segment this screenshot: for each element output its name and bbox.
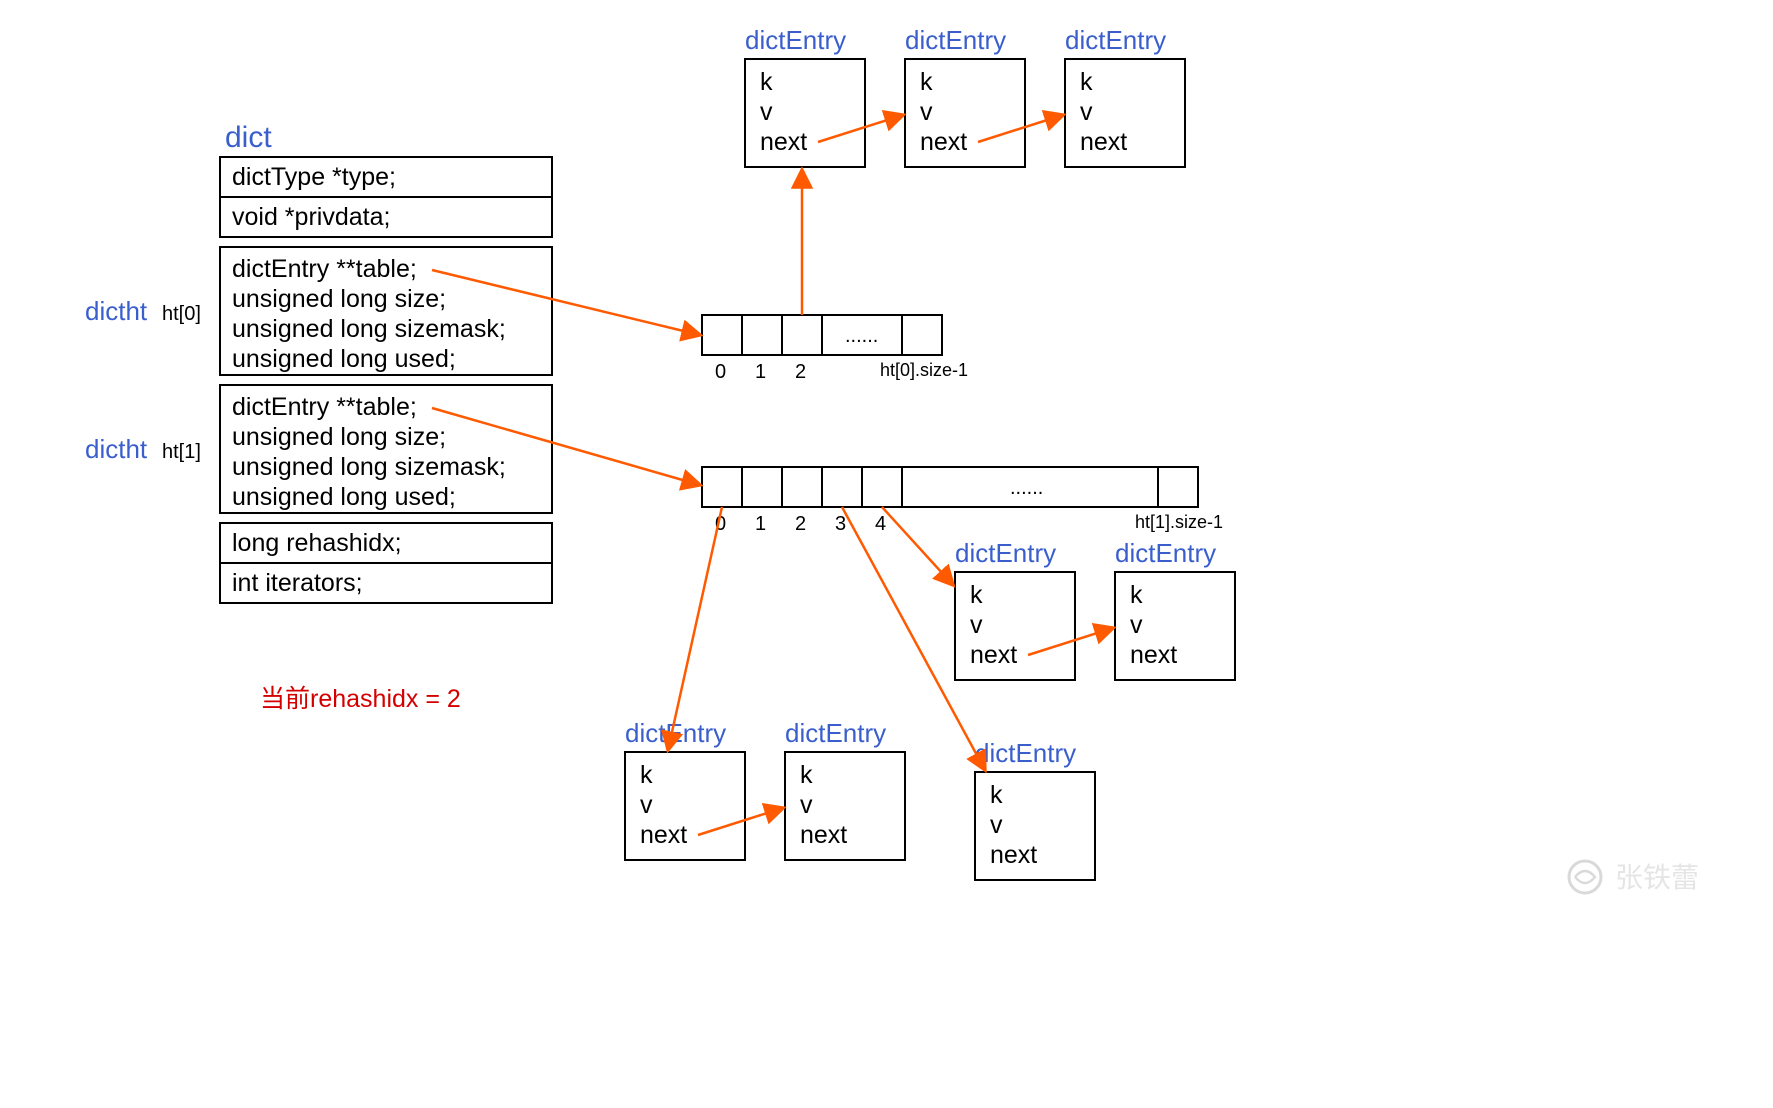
ht0-bucket-array: 0 1 2 ...... ht[0].size-1: [702, 315, 968, 383]
svg-text:next: next: [1080, 128, 1127, 156]
ht1-dots: ......: [1010, 477, 1043, 499]
dict-type-field: dictType *type;: [232, 163, 396, 191]
dict-iterators: int iterators;: [232, 569, 363, 597]
dictht0-label: dictht: [85, 296, 148, 326]
dictht1-label: dictht: [85, 434, 148, 464]
svg-text:v: v: [800, 791, 813, 819]
svg-text:k: k: [760, 68, 773, 96]
ht0-label: ht[0]: [162, 303, 201, 325]
entry-chain-mid-right: dictEntry k v next dictEntry k v next: [955, 538, 1235, 680]
ht0-idx1: 1: [755, 361, 766, 383]
svg-text:k: k: [800, 761, 813, 789]
ht1-used: unsigned long used;: [232, 483, 456, 511]
svg-text:next: next: [760, 128, 807, 156]
ht0-dots: ......: [845, 325, 878, 347]
diagram-canvas: dict dictType *type; void *privdata; dic…: [0, 0, 1773, 1108]
watermark: 张铁蕾: [1569, 861, 1699, 893]
ht1-idx1: 1: [755, 513, 766, 535]
svg-text:k: k: [640, 761, 653, 789]
svg-text:v: v: [760, 98, 773, 126]
svg-text:dictEntry: dictEntry: [955, 538, 1056, 568]
ht1-sizemask: unsigned long sizemask;: [232, 453, 506, 481]
svg-text:k: k: [920, 68, 933, 96]
svg-text:v: v: [920, 98, 933, 126]
svg-text:dictEntry: dictEntry: [905, 25, 1006, 55]
svg-text:next: next: [970, 641, 1017, 669]
ht1-idx3: 3: [835, 513, 846, 535]
svg-text:next: next: [800, 821, 847, 849]
svg-text:k: k: [970, 581, 983, 609]
svg-text:dictEntry: dictEntry: [785, 718, 886, 748]
ht1-idx2: 2: [795, 513, 806, 535]
ht1-bucket-array: 0 1 2 3 4 ...... ht[1].size-1: [702, 467, 1223, 535]
svg-text:next: next: [640, 821, 687, 849]
arrow-ht1-0-to-entry: [668, 507, 722, 750]
ht1-last: ht[1].size-1: [1135, 512, 1223, 532]
svg-text:next: next: [920, 128, 967, 156]
ht0-idx0: 0: [715, 361, 726, 383]
svg-text:next: next: [1130, 641, 1177, 669]
entry-chain-bottom-left: dictEntry k v next dictEntry k v next: [625, 718, 905, 860]
ht1-idx4: 4: [875, 513, 886, 535]
ht1-label: ht[1]: [162, 441, 201, 463]
rehash-note: 当前rehashidx = 2: [260, 685, 461, 713]
svg-text:next: next: [990, 841, 1037, 869]
ht0-idx2: 2: [795, 361, 806, 383]
dict-struct: dictType *type; void *privdata; dictEntr…: [220, 157, 552, 603]
svg-text:dictEntry: dictEntry: [1115, 538, 1216, 568]
svg-text:k: k: [1080, 68, 1093, 96]
ht1-table: dictEntry **table;: [232, 393, 417, 421]
svg-text:dictEntry: dictEntry: [745, 25, 846, 55]
dict-rehashidx: long rehashidx;: [232, 529, 402, 557]
svg-text:张铁蕾: 张铁蕾: [1615, 862, 1699, 893]
arrow-ht1-4-to-entry: [882, 507, 953, 585]
ht0-table: dictEntry **table;: [232, 255, 417, 283]
svg-text:v: v: [1080, 98, 1093, 126]
svg-text:v: v: [970, 611, 983, 639]
svg-text:dictEntry: dictEntry: [625, 718, 726, 748]
ht0-size: unsigned long size;: [232, 285, 446, 313]
entry-chain-top: dictEntry k v next dictEntry k v next di…: [745, 25, 1185, 167]
svg-text:v: v: [640, 791, 653, 819]
ht0-last: ht[0].size-1: [880, 360, 968, 380]
dict-title: dict: [225, 121, 272, 154]
ht1-size: unsigned long size;: [232, 423, 446, 451]
svg-text:k: k: [990, 781, 1003, 809]
entry-bottom-center: dictEntry k v next: [975, 738, 1095, 880]
svg-text:dictEntry: dictEntry: [975, 738, 1076, 768]
ht0-sizemask: unsigned long sizemask;: [232, 315, 506, 343]
svg-text:v: v: [1130, 611, 1143, 639]
svg-text:v: v: [990, 811, 1003, 839]
svg-text:k: k: [1130, 581, 1143, 609]
ht0-used: unsigned long used;: [232, 345, 456, 373]
dict-privdata-field: void *privdata;: [232, 203, 390, 231]
svg-text:dictEntry: dictEntry: [1065, 25, 1166, 55]
